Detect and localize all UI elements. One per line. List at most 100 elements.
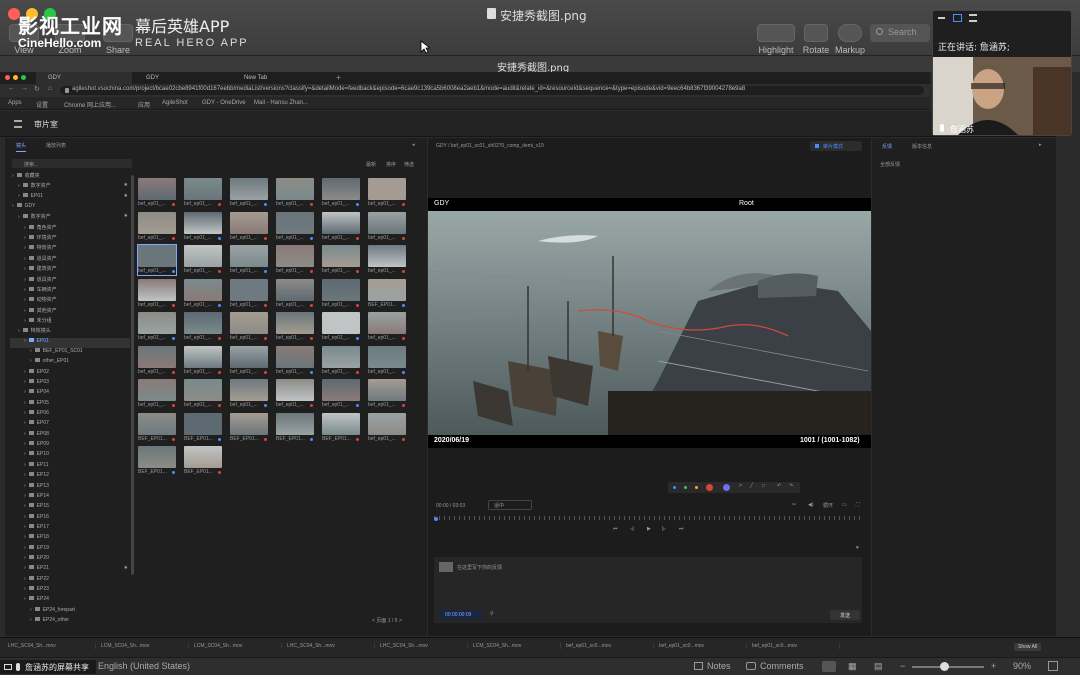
search-input[interactable]: Search: [870, 24, 930, 42]
expand-caret-icon[interactable]: ›: [30, 607, 32, 613]
reload-icon[interactable]: ↻: [34, 85, 40, 93]
browser-tab-3[interactable]: New Tab: [232, 72, 328, 84]
bookmark-agileshot[interactable]: AgileShot: [162, 100, 188, 106]
file-tab[interactable]: LCM_SC04_Sh...mov: [101, 643, 189, 649]
tree-item[interactable]: › EP08: [10, 430, 130, 441]
shot-thumbnail[interactable]: bef_ep01_...: [184, 345, 222, 376]
shot-thumbnail[interactable]: bef_ep01_...: [138, 211, 176, 242]
shot-thumbnail[interactable]: bef_ep01_...: [138, 278, 176, 309]
zoom-in-icon[interactable]: +: [991, 661, 996, 671]
shot-thumbnail[interactable]: bef_ep01_...: [368, 345, 406, 376]
expand-caret-icon[interactable]: ›: [12, 173, 14, 179]
shot-thumbnail[interactable]: bef_ep01_...: [138, 345, 176, 376]
filter-button[interactable]: 筛选: [404, 161, 414, 168]
tree-item[interactable]: › EP18: [10, 534, 130, 544]
tree-item[interactable]: › EP12: [10, 472, 130, 482]
expand-caret-icon[interactable]: ›: [24, 545, 26, 551]
shot-thumbnail[interactable]: BEF_EP01...: [138, 412, 176, 443]
shot-thumbnail[interactable]: bef_ep01_...: [230, 178, 268, 208]
file-tab[interactable]: LCM_SC04_Sh...mov: [194, 643, 282, 649]
tree-item[interactable]: › EP09: [10, 441, 130, 451]
step-back-icon[interactable]: ◃|: [630, 526, 634, 532]
shot-thumbnail[interactable]: bef_ep01_...: [230, 379, 268, 409]
tab-playlists[interactable]: 播放列表: [46, 142, 66, 149]
expand-caret-icon[interactable]: ›: [30, 617, 32, 623]
shot-thumbnail[interactable]: bef_ep01_...: [322, 345, 360, 376]
star-icon[interactable]: ★: [124, 182, 128, 188]
notes-button[interactable]: Notes: [707, 661, 731, 671]
expand-caret-icon[interactable]: ›: [24, 565, 26, 571]
expand-caret-icon[interactable]: ›: [24, 576, 26, 582]
tree-item[interactable]: › EP15: [10, 503, 130, 513]
star-icon[interactable]: ★: [124, 213, 128, 219]
menu-icon[interactable]: [14, 120, 22, 128]
expand-caret-icon[interactable]: ›: [24, 483, 26, 489]
tree-item[interactable]: › EP24_forepart: [10, 606, 130, 617]
pen-tool-button[interactable]: [723, 484, 730, 491]
bookmark-onedrive[interactable]: GDY - OneDrive: [202, 100, 246, 106]
shot-thumbnail[interactable]: bef_ep01_...: [138, 178, 176, 208]
shot-thumbnail[interactable]: bef_ep01_...: [368, 312, 406, 342]
call-gallery-icon[interactable]: [953, 14, 962, 22]
expand-caret-icon[interactable]: ›: [24, 503, 26, 509]
browser-tab-2[interactable]: GDY: [134, 72, 230, 84]
file-tab[interactable]: LHC_SC04_Sh...mov: [380, 643, 468, 649]
expand-caret-icon[interactable]: ›: [18, 193, 20, 199]
tree-item[interactable]: › 道具资产: [10, 276, 130, 286]
expand-caret-icon[interactable]: ›: [24, 297, 26, 303]
color-green-button[interactable]: [684, 486, 687, 489]
shot-thumbnail[interactable]: bef_ep01_...: [184, 278, 222, 309]
tree-scrollbar[interactable]: [131, 175, 134, 575]
tree-item[interactable]: › EP24_other: [10, 617, 130, 627]
shot-thumbnail[interactable]: bef_ep01_...: [230, 278, 268, 309]
expand-caret-icon[interactable]: ›: [24, 472, 26, 478]
expand-caret-icon[interactable]: ›: [24, 225, 26, 231]
sort-newest-button[interactable]: 最新: [366, 161, 376, 168]
timeline-scrubber[interactable]: [434, 516, 864, 520]
expand-caret-icon[interactable]: ›: [24, 379, 26, 385]
file-tab[interactable]: bef_ep01_sc0...mov: [659, 643, 747, 649]
zoom-out-icon[interactable]: −: [900, 661, 905, 671]
tree-item[interactable]: › EP01: [10, 337, 130, 348]
tree-item[interactable]: › EP01 ★: [10, 192, 130, 203]
expand-caret-icon[interactable]: ›: [24, 235, 26, 241]
shot-thumbnail[interactable]: bef_ep01_...: [184, 245, 222, 275]
shot-thumbnail[interactable]: bef_ep01_...: [322, 312, 360, 342]
tab-feedback[interactable]: 反馈: [882, 143, 892, 150]
browser-maximize-dot[interactable]: [21, 75, 26, 80]
file-tab[interactable]: bef_ep01_sc0...mov: [752, 643, 840, 649]
bookmark-chrome-store[interactable]: Chrome 网上应用...: [64, 100, 116, 109]
expand-caret-icon[interactable]: ›: [24, 400, 26, 406]
rect-tool-icon[interactable]: □: [762, 483, 765, 489]
fit-window-icon[interactable]: [1048, 661, 1058, 671]
undo-icon[interactable]: ↶: [777, 483, 781, 489]
shot-thumbnail[interactable]: bef_ep01_...: [184, 312, 222, 342]
shot-thumbnail[interactable]: bef_ep01_...: [184, 379, 222, 409]
shot-thumbnail[interactable]: bef_ep01_...: [276, 379, 314, 409]
file-tab[interactable]: LHC_SC04_Sh...mov: [8, 643, 96, 649]
expand-caret-icon[interactable]: ›: [30, 348, 32, 354]
tree-item[interactable]: › EP14: [10, 492, 130, 503]
loop-toggle[interactable]: 循环: [823, 502, 833, 509]
expand-caret-icon[interactable]: ›: [24, 420, 26, 426]
tree-item[interactable]: › EP23: [10, 586, 130, 596]
forward-icon[interactable]: →: [21, 85, 28, 92]
attach-icon[interactable]: ⚲: [490, 611, 494, 617]
tree-item[interactable]: › 角色资产: [10, 224, 130, 234]
tree-item[interactable]: › 特效镜头: [10, 327, 130, 337]
expand-caret-icon[interactable]: ›: [24, 493, 26, 499]
tree-item[interactable]: › 动物资产: [10, 296, 130, 306]
bookmark-apps-cn[interactable]: 应用: [138, 100, 150, 109]
bookmark-settings[interactable]: 设置: [36, 100, 48, 109]
shot-thumbnail[interactable]: bef_ep01_...: [138, 379, 176, 409]
call-menu-icon[interactable]: [969, 14, 977, 22]
browser-tab-1[interactable]: GDY: [36, 72, 132, 84]
star-icon[interactable]: ★: [124, 193, 128, 199]
tree-item[interactable]: › 数字资产 ★: [10, 213, 130, 223]
tree-item[interactable]: › EP16: [10, 513, 130, 524]
expand-caret-icon[interactable]: ›: [24, 287, 26, 293]
home-icon[interactable]: ⌂: [48, 85, 52, 92]
fullscreen-icon[interactable]: ⛶: [856, 502, 860, 508]
shot-thumbnail[interactable]: bef_ep01_...: [184, 211, 222, 242]
expand-caret-icon[interactable]: ›: [24, 410, 26, 416]
